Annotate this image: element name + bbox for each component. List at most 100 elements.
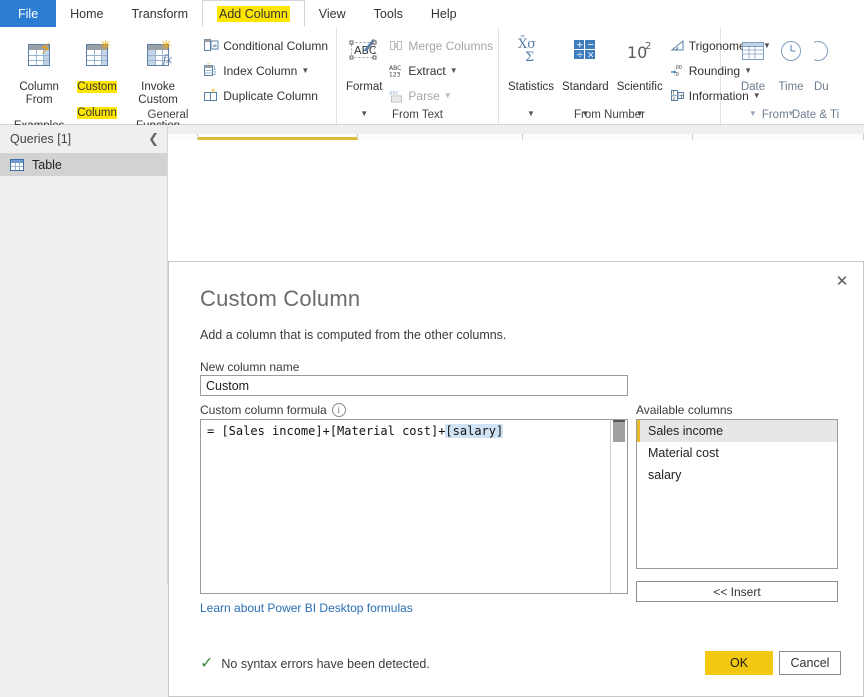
tab-view[interactable]: View bbox=[304, 0, 360, 27]
ribbon-group-general: ⚡ Column From Examples ▼ ✳ Cu bbox=[0, 27, 337, 144]
chevron-down-icon[interactable]: ▼ bbox=[450, 66, 458, 75]
calendar-icon bbox=[738, 32, 768, 66]
sigma-statistics-icon: X̄σ Σ bbox=[514, 32, 548, 66]
conditional-column-icon: ≠ bbox=[204, 38, 219, 53]
formula-scrollbar-thumb[interactable] bbox=[613, 422, 625, 442]
extract-button[interactable]: ABC 123 Extract ▼ bbox=[386, 58, 496, 83]
table-fx-icon: ✳ fx bbox=[147, 32, 172, 66]
svg-text:.00: .00 bbox=[674, 65, 682, 71]
tab-add-column[interactable]: Add Column bbox=[202, 0, 305, 27]
svg-text:≠: ≠ bbox=[212, 43, 217, 50]
available-columns-label: Available columns bbox=[636, 403, 733, 417]
conditional-column-label: Conditional Column bbox=[223, 38, 328, 53]
formula-editor[interactable]: = [Sales income]+[Material cost]+[salary… bbox=[200, 419, 628, 594]
info-icon[interactable]: i bbox=[331, 403, 346, 417]
tab-transform[interactable]: Transform bbox=[117, 0, 202, 27]
chevron-down-icon[interactable]: ▼ bbox=[444, 91, 452, 100]
abc123-extract-icon: ABC 123 bbox=[389, 63, 404, 79]
extract-label: Extract bbox=[408, 63, 446, 78]
abc-parse-icon: abc bbox=[389, 88, 404, 103]
trigonometry-icon bbox=[670, 38, 685, 53]
ribbon-group-from-text-label: From Text bbox=[392, 109, 443, 121]
ribbon-body: ⚡ Column From Examples ▼ ✳ Cu bbox=[0, 27, 864, 144]
abc-format-icon: ABC bbox=[347, 32, 381, 66]
time-label: Time bbox=[778, 81, 804, 93]
ok-button[interactable]: OK bbox=[705, 651, 773, 675]
tab-tools[interactable]: Tools bbox=[359, 0, 417, 27]
duplicate-column-button[interactable]: ✳ Duplicate Column bbox=[201, 83, 331, 108]
formula-selected-token: [salary] bbox=[445, 424, 504, 438]
table-row[interactable] bbox=[198, 134, 358, 140]
chevron-down-icon[interactable]: ▼ bbox=[301, 66, 309, 75]
cancel-button[interactable]: Cancel bbox=[779, 651, 841, 675]
svg-text:−: − bbox=[587, 41, 595, 51]
svg-text:÷: ÷ bbox=[576, 51, 584, 61]
list-item[interactable]: Sales income bbox=[637, 420, 837, 442]
svg-text:Σ: Σ bbox=[525, 50, 534, 65]
tab-home-label: Home bbox=[70, 6, 104, 21]
conditional-column-button[interactable]: ≠ Conditional Column bbox=[201, 33, 331, 58]
status-text: No syntax errors have been detected. bbox=[221, 657, 430, 671]
rounding-icon: .00.0 bbox=[670, 63, 685, 78]
formula-text: = [Sales income]+[Material cost]+[salary… bbox=[207, 424, 605, 438]
new-column-name-input[interactable] bbox=[200, 375, 628, 396]
chevron-left-icon[interactable]: ❮ bbox=[148, 131, 159, 147]
learn-formulas-link[interactable]: Learn about Power BI Desktop formulas bbox=[200, 601, 413, 615]
scientific-icon: 10 2 bbox=[623, 32, 657, 66]
formula-prefix: = [Sales income]+[Material cost]+ bbox=[207, 424, 446, 438]
tab-help[interactable]: Help bbox=[416, 0, 471, 27]
merge-columns-button[interactable]: Merge Columns bbox=[386, 33, 496, 58]
column-from-examples-label-1: Column From bbox=[19, 81, 59, 106]
queries-pane: Queries [1] ❮ Table bbox=[0, 125, 168, 585]
statistics-label: Statistics bbox=[508, 81, 555, 93]
custom-column-formula-label: Custom column formula bbox=[200, 403, 327, 417]
merge-columns-label: Merge Columns bbox=[408, 38, 494, 53]
table-row[interactable] bbox=[523, 134, 693, 140]
table-star-icon: ✳ bbox=[86, 32, 111, 66]
svg-text:3: 3 bbox=[672, 96, 675, 101]
index-column-icon: 1 2 ✳ bbox=[204, 60, 219, 78]
ribbon-group-from-date-time: Date ▼ Time ▼ Du From Date & Ti bbox=[721, 27, 864, 124]
dialog-subtitle: Add a column that is computed from the o… bbox=[200, 328, 507, 342]
page-title: Custom Column bbox=[200, 286, 361, 311]
custom-column-label-1: Custom bbox=[77, 81, 117, 93]
index-column-label: Index Column bbox=[223, 63, 298, 78]
formula-label-row: Custom column formula i bbox=[200, 403, 346, 417]
duplicate-column-label: Duplicate Column bbox=[223, 88, 318, 103]
insert-button[interactable]: << Insert bbox=[636, 581, 838, 602]
tab-help-label: Help bbox=[430, 6, 457, 21]
parse-label: Parse bbox=[408, 88, 440, 103]
status-badge: ✓ No syntax errors have been detected. bbox=[200, 656, 430, 672]
format-label: Format bbox=[346, 81, 383, 93]
available-column-label: Sales income bbox=[648, 424, 724, 438]
formula-scrollbar[interactable] bbox=[610, 420, 627, 593]
table-row[interactable] bbox=[168, 134, 198, 140]
available-columns-list[interactable]: Sales income Material cost salary bbox=[636, 419, 838, 569]
close-icon[interactable]: ✕ bbox=[829, 270, 855, 292]
new-column-name-label: New column name bbox=[200, 360, 300, 374]
ribbon-tabstrip: File Home Transform Add Column View Tool… bbox=[0, 0, 864, 27]
list-item[interactable]: Material cost bbox=[637, 442, 837, 464]
svg-text:2: 2 bbox=[645, 41, 651, 52]
tab-file-label: File bbox=[18, 6, 39, 21]
svg-text:✳: ✳ bbox=[206, 63, 211, 67]
table-row[interactable] bbox=[693, 134, 864, 140]
tab-home[interactable]: Home bbox=[56, 0, 118, 27]
parse-button[interactable]: abc Parse ▼ bbox=[386, 83, 496, 108]
ribbon-group-from-date-time-label: From Date & Ti bbox=[761, 109, 840, 121]
duration-button[interactable]: Du bbox=[810, 30, 833, 96]
queries-item-table[interactable]: Table bbox=[0, 153, 167, 176]
table-bolt-icon: ⚡ bbox=[28, 32, 51, 66]
available-column-label: salary bbox=[648, 468, 682, 482]
available-column-label: Material cost bbox=[648, 446, 719, 460]
checkmark-icon: ✓ bbox=[200, 655, 214, 672]
index-column-button[interactable]: 1 2 ✳ Index Column ▼ bbox=[201, 58, 331, 83]
queries-item-label: Table bbox=[32, 157, 62, 172]
custom-column-dialog: ✕ Custom Column Add a column that is com… bbox=[168, 261, 864, 697]
duration-label: Du bbox=[814, 81, 829, 93]
information-icon: 1 3 + bbox=[670, 88, 685, 103]
table-row[interactable] bbox=[358, 134, 523, 140]
list-item[interactable]: salary bbox=[637, 464, 837, 486]
standard-label: Standard bbox=[562, 81, 609, 93]
tab-file[interactable]: File bbox=[0, 0, 57, 27]
